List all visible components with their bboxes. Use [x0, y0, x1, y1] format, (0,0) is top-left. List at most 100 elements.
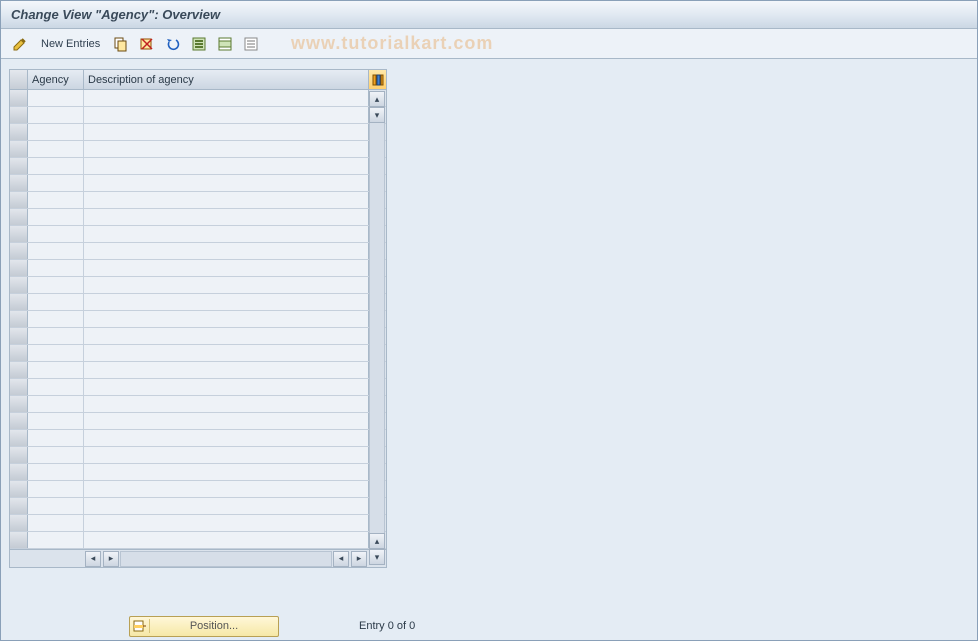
cell-agency[interactable] [28, 464, 84, 480]
row-selector[interactable] [10, 158, 28, 174]
cell-agency[interactable] [28, 260, 84, 276]
cell-agency[interactable] [28, 532, 84, 548]
cell-agency[interactable] [28, 294, 84, 310]
cell-agency[interactable] [28, 311, 84, 327]
cell-agency[interactable] [28, 226, 84, 242]
cell-agency[interactable] [28, 328, 84, 344]
cell-agency[interactable] [28, 396, 84, 412]
cell-description[interactable] [84, 430, 368, 446]
cell-description[interactable] [84, 345, 368, 361]
row-selector[interactable] [10, 532, 28, 548]
cell-description[interactable] [84, 311, 368, 327]
row-selector[interactable] [10, 379, 28, 395]
row-selector[interactable] [10, 311, 28, 327]
toggle-display-change-icon[interactable] [9, 33, 31, 55]
cell-description[interactable] [84, 277, 368, 293]
cell-description[interactable] [84, 192, 368, 208]
cell-description[interactable] [84, 464, 368, 480]
row-selector[interactable] [10, 396, 28, 412]
vscroll-track[interactable] [369, 123, 385, 533]
scroll-left-icon[interactable]: ▸ [103, 551, 119, 567]
row-selector[interactable] [10, 124, 28, 140]
position-button[interactable]: Position... [129, 616, 279, 637]
cell-agency[interactable] [28, 107, 84, 123]
cell-description[interactable] [84, 124, 368, 140]
select-all-icon[interactable] [188, 33, 210, 55]
cell-description[interactable] [84, 260, 368, 276]
cell-agency[interactable] [28, 498, 84, 514]
cell-description[interactable] [84, 413, 368, 429]
new-entries-button[interactable]: New Entries [35, 33, 106, 55]
cell-agency[interactable] [28, 192, 84, 208]
column-header-agency[interactable]: Agency [28, 70, 84, 89]
cell-description[interactable] [84, 243, 368, 259]
scroll-down-icon[interactable]: ▾ [369, 549, 385, 565]
row-selector[interactable] [10, 226, 28, 242]
cell-description[interactable] [84, 294, 368, 310]
cell-agency[interactable] [28, 209, 84, 225]
cell-agency[interactable] [28, 413, 84, 429]
row-selector[interactable] [10, 90, 28, 106]
row-selector[interactable] [10, 260, 28, 276]
row-selector[interactable] [10, 192, 28, 208]
scroll-page-up-icon[interactable]: ▾ [369, 107, 385, 123]
cell-description[interactable] [84, 481, 368, 497]
scroll-right-icon[interactable]: ◂ [333, 551, 349, 567]
cell-description[interactable] [84, 226, 368, 242]
scroll-up-icon[interactable]: ▴ [369, 91, 385, 107]
cell-agency[interactable] [28, 345, 84, 361]
column-header-description[interactable]: Description of agency [84, 70, 368, 89]
scroll-right-end-icon[interactable]: ▸ [351, 551, 367, 567]
select-block-icon[interactable] [214, 33, 236, 55]
row-selector[interactable] [10, 430, 28, 446]
cell-description[interactable] [84, 379, 368, 395]
cell-description[interactable] [84, 396, 368, 412]
row-selector[interactable] [10, 515, 28, 531]
hscroll-track[interactable] [120, 551, 332, 567]
select-all-column-header[interactable] [10, 70, 28, 89]
cell-agency[interactable] [28, 515, 84, 531]
deselect-all-icon[interactable] [240, 33, 262, 55]
row-selector[interactable] [10, 447, 28, 463]
cell-description[interactable] [84, 90, 368, 106]
row-selector[interactable] [10, 209, 28, 225]
row-selector[interactable] [10, 107, 28, 123]
cell-agency[interactable] [28, 362, 84, 378]
cell-agency[interactable] [28, 430, 84, 446]
row-selector[interactable] [10, 481, 28, 497]
row-selector[interactable] [10, 243, 28, 259]
cell-description[interactable] [84, 515, 368, 531]
scroll-left-end-icon[interactable]: ◂ [85, 551, 101, 567]
cell-agency[interactable] [28, 379, 84, 395]
cell-agency[interactable] [28, 124, 84, 140]
table-settings-icon[interactable] [368, 70, 386, 89]
cell-agency[interactable] [28, 243, 84, 259]
cell-agency[interactable] [28, 447, 84, 463]
cell-agency[interactable] [28, 175, 84, 191]
row-selector[interactable] [10, 498, 28, 514]
cell-description[interactable] [84, 141, 368, 157]
cell-agency[interactable] [28, 277, 84, 293]
cell-agency[interactable] [28, 481, 84, 497]
copy-as-icon[interactable] [110, 33, 132, 55]
cell-description[interactable] [84, 498, 368, 514]
row-selector[interactable] [10, 345, 28, 361]
delete-icon[interactable] [136, 33, 158, 55]
cell-description[interactable] [84, 175, 368, 191]
row-selector[interactable] [10, 464, 28, 480]
cell-description[interactable] [84, 209, 368, 225]
row-selector[interactable] [10, 328, 28, 344]
row-selector[interactable] [10, 175, 28, 191]
cell-agency[interactable] [28, 158, 84, 174]
row-selector[interactable] [10, 413, 28, 429]
cell-agency[interactable] [28, 141, 84, 157]
row-selector[interactable] [10, 141, 28, 157]
undo-change-icon[interactable] [162, 33, 184, 55]
cell-description[interactable] [84, 158, 368, 174]
cell-description[interactable] [84, 447, 368, 463]
row-selector[interactable] [10, 294, 28, 310]
cell-description[interactable] [84, 362, 368, 378]
cell-agency[interactable] [28, 90, 84, 106]
cell-description[interactable] [84, 107, 368, 123]
cell-description[interactable] [84, 328, 368, 344]
